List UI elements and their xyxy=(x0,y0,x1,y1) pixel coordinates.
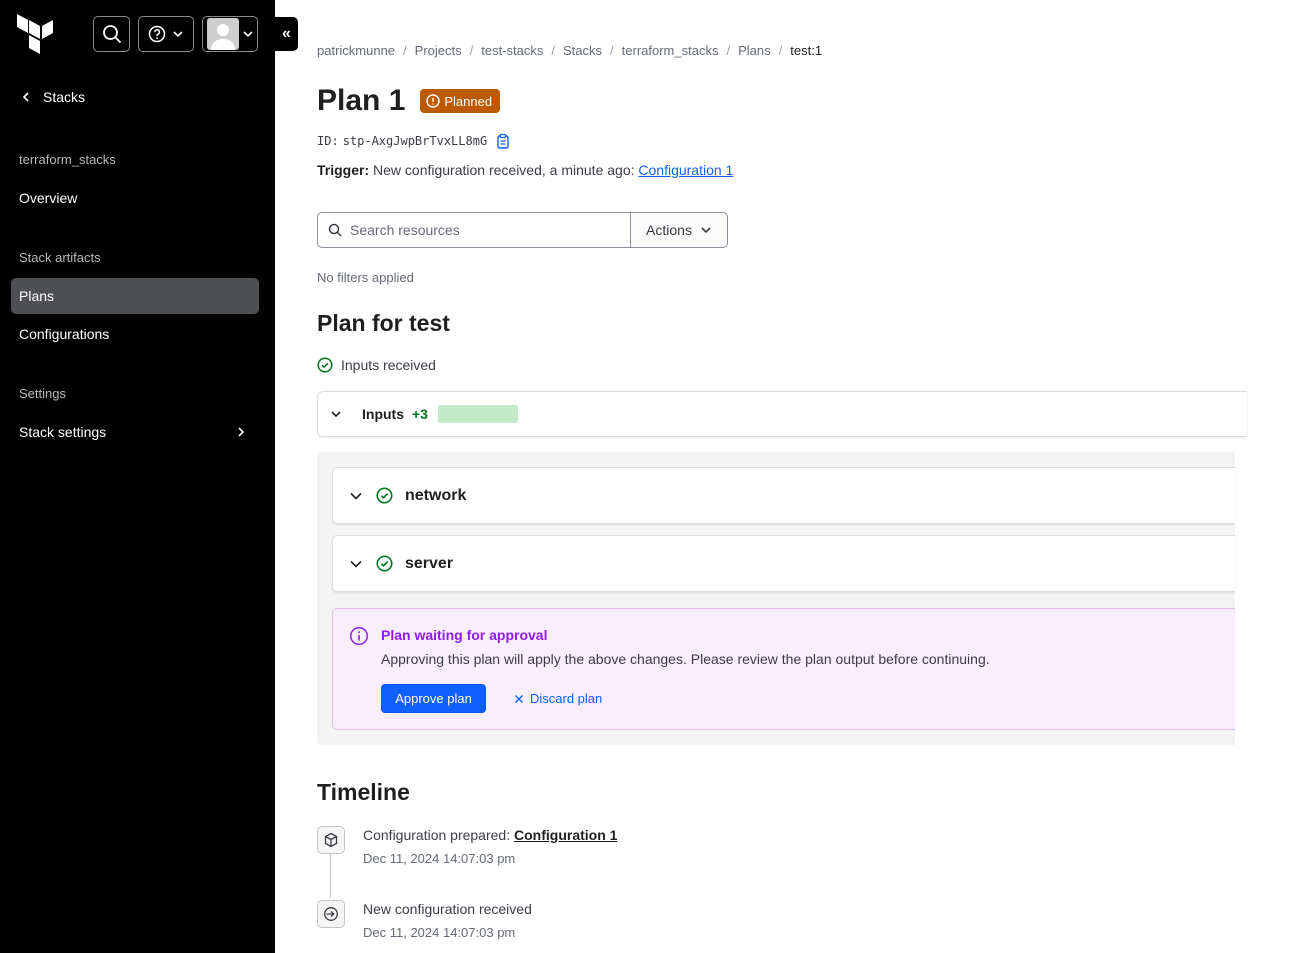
import-icon xyxy=(317,900,345,928)
sidebar: Stacks terraform_stacks Overview Stack a… xyxy=(0,0,275,953)
plan-id-label: ID: xyxy=(317,134,339,148)
inputs-label: Inputs xyxy=(362,406,404,422)
sidebar-section-artifacts: Stack artifacts xyxy=(19,250,101,265)
plan-id-value: stp-AxgJwpBrTvxLL8mG xyxy=(342,134,488,148)
title-row: Plan 1 Planned xyxy=(317,84,501,118)
component-name: network xyxy=(405,486,467,504)
filters-status: No filters applied xyxy=(317,270,414,285)
breadcrumb: patrickmunne / Projects / test-stacks / Sta… xyxy=(317,43,823,58)
approve-plan-button[interactable]: Approve plan xyxy=(381,684,486,713)
alert-icon xyxy=(426,94,441,108)
status-badge-label: Planned xyxy=(444,93,493,109)
check-circle-icon xyxy=(376,487,393,504)
timeline-timestamp: Dec 11, 2024 14:07:03 pm xyxy=(363,925,516,940)
timeline-connector xyxy=(330,854,331,898)
inputs-accordion[interactable]: Inputs +3 xyxy=(317,391,1247,437)
actions-dropdown-button[interactable]: Actions xyxy=(631,212,728,248)
timeline-item: Configuration prepared: Configuration 1 … xyxy=(317,826,617,898)
page-title: Plan 1 xyxy=(317,84,406,117)
sidebar-item-label: Overview xyxy=(19,190,78,206)
check-circle-icon xyxy=(376,555,393,572)
search-button[interactable] xyxy=(93,16,130,52)
plan-id: ID: stp-AxgJwpBrTvxLL8mG xyxy=(317,133,511,149)
chevron-down-icon xyxy=(350,560,362,568)
trigger-configuration-link[interactable]: Configuration 1 xyxy=(638,162,733,178)
chevron-left-icon xyxy=(22,92,29,102)
search-placeholder: Search resources xyxy=(350,222,460,238)
components-panel: network server Plan waiting for approval… xyxy=(317,452,1235,745)
help-menu-button[interactable] xyxy=(138,16,194,52)
discard-plan-label: Discard plan xyxy=(530,691,603,706)
approval-title: Plan waiting for approval xyxy=(381,627,548,643)
timeline-timestamp: Dec 11, 2024 14:07:03 pm xyxy=(363,851,516,866)
user-menu-button[interactable] xyxy=(202,16,258,52)
chevron-down-icon xyxy=(243,31,253,38)
trigger-text: New configuration received, a minute ago… xyxy=(373,162,635,178)
sidebar-item-overview[interactable]: Overview xyxy=(11,180,259,216)
sidebar-item-configurations[interactable]: Configurations xyxy=(11,316,259,352)
inputs-change-bar xyxy=(437,405,518,423)
breadcrumb-item[interactable]: terraform_stacks xyxy=(622,43,719,58)
status-badge: Planned xyxy=(420,89,501,113)
copy-icon[interactable] xyxy=(495,133,511,149)
close-icon xyxy=(515,694,523,703)
collapse-sidebar-button[interactable]: « xyxy=(275,17,298,51)
sidebar-section-settings: Settings xyxy=(19,386,66,401)
breadcrumb-current: test:1 xyxy=(790,43,823,58)
approval-alert: Plan waiting for approval Approving this… xyxy=(332,608,1235,730)
breadcrumb-item[interactable]: Stacks xyxy=(563,43,602,58)
approval-description: Approving this plan will apply the above… xyxy=(381,651,990,667)
trigger-info: Trigger: New configuration received, a m… xyxy=(317,162,733,178)
breadcrumb-item[interactable]: patrickmunne xyxy=(317,43,395,58)
back-link-label: Stacks xyxy=(43,89,86,105)
inputs-status-label: Inputs received xyxy=(341,357,436,373)
info-icon xyxy=(349,626,369,646)
inputs-status: Inputs received xyxy=(317,357,436,373)
terraform-logo-icon[interactable] xyxy=(16,14,54,54)
search-bar: Search resources Actions xyxy=(317,212,728,248)
sidebar-item-stack-settings[interactable]: Stack settings xyxy=(11,414,259,450)
chevron-down-icon xyxy=(331,411,341,418)
avatar xyxy=(207,18,239,50)
chevron-down-icon xyxy=(701,227,711,234)
plan-section-title: Plan for test xyxy=(317,310,450,336)
timeline-title: Timeline xyxy=(317,779,410,805)
help-icon xyxy=(148,25,166,43)
breadcrumb-item[interactable]: Projects xyxy=(415,43,462,58)
sidebar-section-workspace: terraform_stacks xyxy=(19,152,116,167)
back-to-stacks-link[interactable]: Stacks xyxy=(19,89,85,105)
chevron-down-icon xyxy=(173,31,183,38)
timeline-item: New configuration received Dec 11, 2024 … xyxy=(317,900,532,940)
inputs-count: +3 xyxy=(412,406,428,422)
timeline-text: New configuration received xyxy=(363,901,532,917)
chevron-down-icon xyxy=(350,492,362,500)
timeline-configuration-link[interactable]: Configuration 1 xyxy=(514,827,617,843)
component-network[interactable]: network xyxy=(332,467,1235,524)
box-icon xyxy=(317,826,345,854)
trigger-label: Trigger: xyxy=(317,162,370,178)
search-icon xyxy=(102,25,121,44)
sidebar-item-label: Plans xyxy=(19,288,55,304)
sidebar-item-plans[interactable]: Plans xyxy=(11,278,259,314)
component-name: server xyxy=(405,554,454,572)
component-server[interactable]: server xyxy=(332,535,1235,592)
actions-label: Actions xyxy=(646,222,692,238)
breadcrumb-item[interactable]: Plans xyxy=(738,43,771,58)
search-icon xyxy=(328,223,342,237)
check-circle-icon xyxy=(317,357,333,373)
sidebar-item-label: Configurations xyxy=(19,326,110,342)
sidebar-item-label: Stack settings xyxy=(19,424,107,440)
search-input[interactable]: Search resources xyxy=(317,212,631,248)
chevron-right-icon xyxy=(238,427,245,437)
timeline-text: Configuration prepared: xyxy=(363,827,511,843)
discard-plan-button[interactable]: Discard plan xyxy=(514,684,602,713)
breadcrumb-item[interactable]: test-stacks xyxy=(481,43,543,58)
